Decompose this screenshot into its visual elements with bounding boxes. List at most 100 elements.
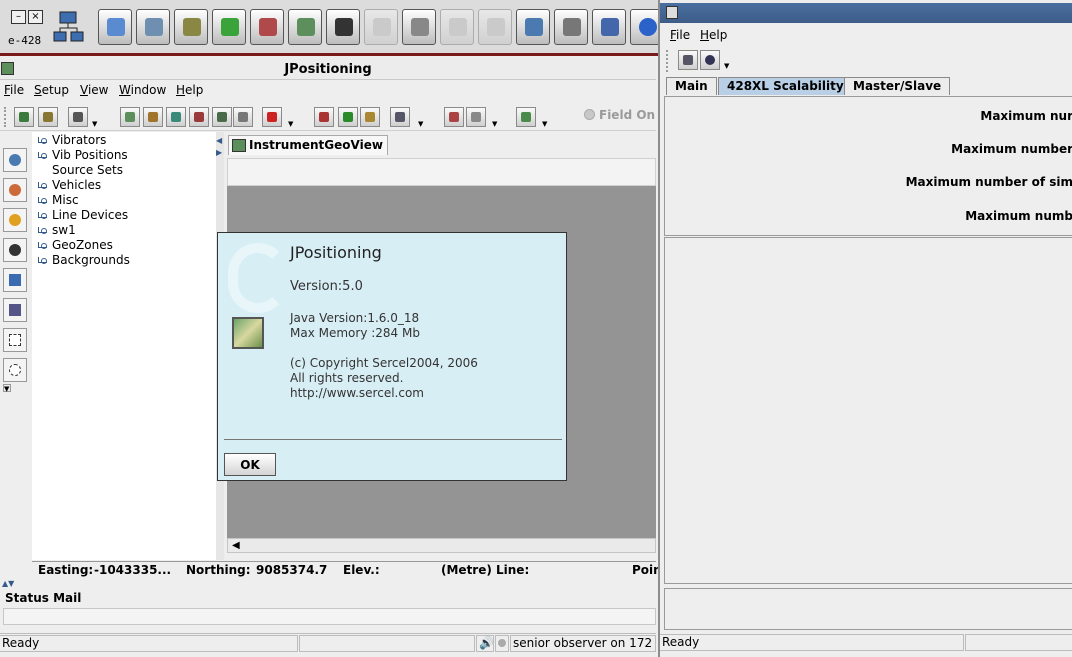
truck-icon[interactable] <box>440 9 474 45</box>
expand-arrow-icon[interactable]: ▶ <box>216 148 222 157</box>
zoom-box-tool[interactable] <box>3 148 27 172</box>
tree-item-geozones[interactable]: GeoZones <box>38 238 113 252</box>
gauge-icon[interactable] <box>554 9 588 45</box>
main-menu-window[interactable]: Window <box>119 83 166 97</box>
tree-expand-icon[interactable] <box>38 137 47 144</box>
chevron-down-icon[interactable]: ▼ <box>92 120 100 128</box>
horizontal-scrollbar[interactable]: ◀ <box>227 538 656 553</box>
network-icon[interactable] <box>52 10 86 46</box>
scalability-content-panel <box>664 237 1072 584</box>
collapse-arrow-icon[interactable]: ◀ <box>216 136 222 145</box>
tree-item-vib-positions[interactable]: Vib Positions <box>38 148 128 162</box>
printer-icon[interactable] <box>402 9 436 45</box>
tree-expand-icon[interactable] <box>38 152 47 159</box>
tab-master-slave[interactable]: Master/Slave <box>844 77 951 95</box>
rect-select-icon <box>9 334 21 346</box>
tree-expand-icon[interactable] <box>38 242 47 249</box>
swap-icon[interactable] <box>212 9 246 45</box>
chevron-down-icon[interactable]: ▼ <box>3 384 11 393</box>
splitter-arrows-icon[interactable]: ▲▼ <box>2 579 14 588</box>
scalability-tabs: Main 428XL Scalability Master/Slave <box>660 76 1072 96</box>
field-on-indicator[interactable]: Field On <box>584 108 655 122</box>
gears-icon[interactable] <box>174 9 208 45</box>
ok-button[interactable]: OK <box>224 453 276 476</box>
layer-vehicle-button[interactable] <box>143 107 163 127</box>
right-menu-file[interactable]: File <box>670 28 690 42</box>
window-button[interactable] <box>466 107 486 127</box>
chevron-down-icon[interactable]: ▼ <box>724 62 732 70</box>
tree-item-source-sets[interactable]: Source Sets <box>52 163 123 177</box>
list-button[interactable] <box>390 107 410 127</box>
tab-428xl-scalability[interactable]: 428XL Scalability <box>718 77 853 95</box>
chevron-down-icon[interactable]: ▼ <box>288 120 296 128</box>
zoom-out-tool[interactable] <box>3 178 27 202</box>
tools-icon[interactable] <box>250 9 284 45</box>
zoom-fit-tool[interactable] <box>3 208 27 232</box>
easting-value: -1043335... <box>94 563 172 577</box>
box-icon[interactable] <box>326 9 360 45</box>
main-menu-setup[interactable]: Setup <box>34 83 69 97</box>
rect-select-tool[interactable] <box>3 328 27 352</box>
chevron-down-icon[interactable]: ▼ <box>542 120 550 128</box>
list-view-button[interactable] <box>678 50 698 70</box>
tree-item-backgrounds[interactable]: Backgrounds <box>38 253 130 267</box>
doc-icon[interactable] <box>364 9 398 45</box>
tree-expand-icon[interactable] <box>38 212 47 219</box>
layer-edit-button[interactable] <box>212 107 232 127</box>
split-button[interactable] <box>314 107 334 127</box>
tree-item-misc[interactable]: Misc <box>38 193 79 207</box>
scroll-left-icon[interactable]: ◀ <box>232 540 240 551</box>
target-button[interactable] <box>338 107 358 127</box>
main-menu-mnemonic: W <box>119 83 131 97</box>
chevron-down-icon[interactable]: ▼ <box>418 120 426 128</box>
main-menu-view[interactable]: View <box>80 83 108 97</box>
tree-item-vehicles[interactable]: Vehicles <box>38 178 102 192</box>
print-button[interactable] <box>68 107 88 127</box>
probe-icon[interactable] <box>98 9 132 45</box>
toolbar-grip[interactable] <box>666 50 672 72</box>
speaker-icon[interactable]: 🔊 <box>476 635 494 652</box>
satellite-button[interactable] <box>38 107 58 127</box>
comment-button[interactable] <box>700 50 720 70</box>
main-menu-file[interactable]: File <box>4 83 24 97</box>
tab-instrument-geo-view[interactable]: InstrumentGeoView × <box>228 135 388 170</box>
layer-map-button[interactable] <box>120 107 140 127</box>
launcher-minimize-button[interactable]: – <box>11 10 26 24</box>
layer-grid-button[interactable] <box>166 107 186 127</box>
tree-expand-icon[interactable] <box>38 227 47 234</box>
chevron-down-icon[interactable]: ▼ <box>492 120 500 128</box>
field-on-label: Field On <box>599 108 656 122</box>
right-menu-label: ile <box>676 28 691 42</box>
truck-button[interactable] <box>360 107 380 127</box>
qvc-icon[interactable] <box>478 9 512 45</box>
layout-button[interactable] <box>444 107 464 127</box>
tree-item-sw1[interactable]: sw1 <box>38 223 76 237</box>
tab-main[interactable]: Main <box>666 77 717 95</box>
globe-button[interactable] <box>14 107 34 127</box>
launcher-close-button[interactable]: × <box>28 10 43 24</box>
alarm-button[interactable] <box>262 107 282 127</box>
zoom-tool[interactable] <box>3 238 27 262</box>
zoom-icon <box>9 244 21 256</box>
tree-item-vibrators[interactable]: Vibrators <box>38 133 106 147</box>
main-menu-mnemonic: H <box>176 83 186 97</box>
layer-marker-button[interactable] <box>189 107 209 127</box>
hif-icon[interactable] <box>592 9 626 45</box>
pen-icon[interactable] <box>516 9 550 45</box>
right-menu-help[interactable]: Help <box>700 28 727 42</box>
check-button[interactable] <box>516 107 536 127</box>
config-icon[interactable] <box>136 9 170 45</box>
pan-tool[interactable] <box>3 268 27 292</box>
measure-tool[interactable] <box>3 298 27 322</box>
tree-expand-icon[interactable] <box>38 257 47 264</box>
tree-expand-icon[interactable] <box>38 197 47 204</box>
map-icon[interactable] <box>288 9 322 45</box>
main-menu-help[interactable]: Help <box>176 83 203 97</box>
tree-item-line-devices[interactable]: Line Devices <box>38 208 128 222</box>
table-button[interactable] <box>233 107 253 127</box>
toolbar-grip[interactable] <box>4 107 9 127</box>
tree-expand-icon[interactable] <box>38 182 47 189</box>
ellipse-select-tool[interactable] <box>3 358 27 382</box>
tree-item-label: Vehicles <box>52 178 102 192</box>
scalability-window-titlebar[interactable] <box>660 3 1072 23</box>
